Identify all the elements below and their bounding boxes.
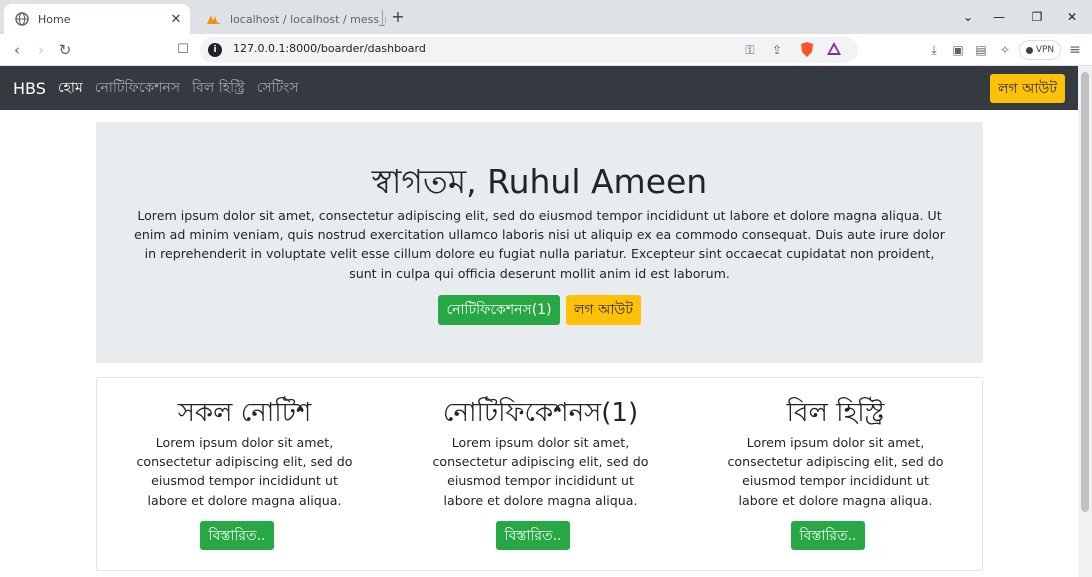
globe-icon	[14, 11, 30, 27]
card-all-notices: সকল নোটিশ Lorem ipsum dolor sit amet, co…	[97, 378, 392, 572]
close-tab-icon[interactable]: ✕	[166, 12, 186, 27]
back-button[interactable]: ‹	[6, 39, 28, 61]
welcome-jumbotron: স্বাগতম, Ruhul Ameen Lorem ipsum dolor s…	[96, 122, 983, 363]
details-button[interactable]: বিস্তারিত..	[791, 521, 865, 550]
card-text: Lorem ipsum dolor sit amet, consectetur …	[727, 435, 944, 508]
browser-toolbar: ‹ › ↻ ☐ i 127.0.0.1:8000/boarder/dashboa…	[0, 34, 1092, 66]
card-text: Lorem ipsum dolor sit amet, consectetur …	[432, 435, 649, 508]
address-bar[interactable]: i 127.0.0.1:8000/boarder/dashboard ⚿ ⇪	[200, 37, 858, 63]
close-window-button[interactable]: ✕	[1058, 6, 1086, 28]
card-title: বিল হিস্ট্রি	[786, 398, 885, 428]
tab-search-icon[interactable]: ⌄	[954, 6, 982, 28]
tab-phpmyadmin[interactable]: localhost / localhost / mess_manag	[196, 4, 386, 34]
welcome-text: Lorem ipsum dolor sit amet, consectetur …	[134, 208, 945, 281]
navbar-logout-button[interactable]: লগ আউট	[990, 74, 1065, 103]
page-viewport: HBS হোম নোটিফিকেশনস বিল হিস্ট্রি সেটিংস …	[0, 66, 1092, 577]
download-icon[interactable]: ⤓	[926, 42, 942, 58]
jumbotron-actions: নোটিফিকেশনস(1) লগ আউট	[96, 295, 983, 325]
card-notifications: নোটিফিকেশনস(1) Lorem ipsum dolor sit ame…	[393, 378, 688, 572]
bookmark-icon[interactable]: ☐	[172, 39, 194, 61]
nav-link-notifications[interactable]: নোটিফিকেশনস	[95, 76, 180, 100]
feature-cards: সকল নোটিশ Lorem ipsum dolor sit amet, co…	[96, 377, 983, 571]
nav-link-bill-history[interactable]: বিল হিস্ট্রি	[192, 76, 245, 100]
nav-link-settings[interactable]: সেটিংস	[257, 76, 299, 100]
vpn-status-icon	[1025, 46, 1033, 54]
tab-title: Home	[38, 12, 71, 26]
reload-button[interactable]: ↻	[54, 39, 76, 61]
page-scrollbar[interactable]	[1078, 66, 1092, 577]
nav-link-home[interactable]: হোম	[58, 76, 83, 100]
vpn-label: VPN	[1035, 45, 1055, 55]
menu-icon[interactable]: ≡	[1067, 42, 1083, 58]
wallet-icon[interactable]: ▤	[973, 42, 989, 58]
brand-logo[interactable]: HBS	[13, 79, 46, 98]
brave-shield-icon[interactable]	[799, 42, 815, 58]
forward-button[interactable]: ›	[30, 39, 52, 61]
tab-home[interactable]: Home ✕	[4, 4, 190, 34]
vpn-button[interactable]: VPN	[1019, 40, 1061, 60]
tab-title: localhost / localhost / mess_manag	[230, 12, 386, 26]
share-icon[interactable]: ⇪	[769, 42, 785, 58]
brave-rewards-icon[interactable]	[826, 42, 842, 58]
sidebar-icon[interactable]: ▣	[950, 42, 966, 58]
card-text: Lorem ipsum dolor sit amet, consectetur …	[136, 435, 353, 508]
site-navbar: HBS হোম নোটিফিকেশনস বিল হিস্ট্রি সেটিংস …	[0, 66, 1078, 110]
details-button[interactable]: বিস্তারিত..	[496, 521, 570, 550]
site-info-icon[interactable]: i	[208, 43, 222, 57]
card-bill-history: বিল হিস্ট্রি Lorem ipsum dolor sit amet,…	[688, 378, 983, 572]
logout-button[interactable]: লগ আউট	[566, 295, 641, 325]
card-title: নোটিফিকেশনস(1)	[442, 398, 639, 428]
welcome-title: স্বাগতম, Ruhul Ameen	[371, 162, 708, 201]
leo-ai-icon[interactable]: ✧	[997, 42, 1013, 58]
card-title: সকল নোটিশ	[177, 398, 312, 428]
details-button[interactable]: বিস্তারিত..	[200, 521, 274, 550]
new-tab-button[interactable]: +	[388, 8, 408, 28]
key-icon[interactable]: ⚿	[742, 42, 758, 58]
scrollbar-thumb[interactable]	[1081, 72, 1089, 512]
phpmyadmin-icon	[206, 11, 222, 27]
restore-button[interactable]: ❐	[1023, 6, 1051, 28]
browser-tab-strip: Home ✕ localhost / localhost / mess_mana…	[0, 0, 1092, 34]
tab-divider	[382, 10, 383, 26]
url-text: 127.0.0.1:8000/boarder/dashboard	[233, 42, 426, 55]
notifications-button[interactable]: নোটিফিকেশনস(1)	[438, 295, 560, 325]
minimize-button[interactable]: —	[985, 6, 1013, 28]
